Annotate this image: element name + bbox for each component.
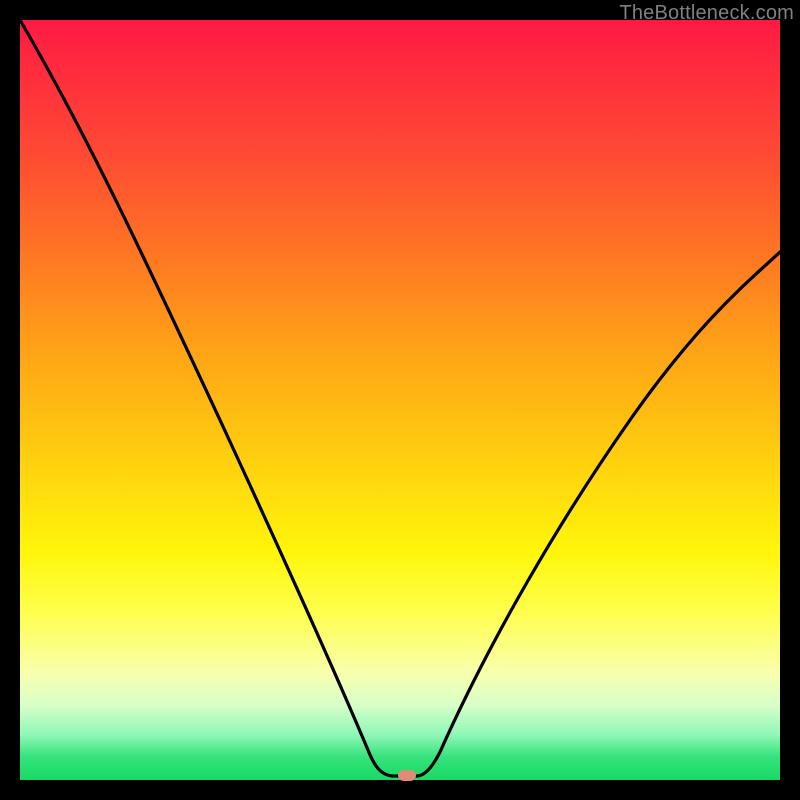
- watermark-text: TheBottleneck.com: [619, 2, 794, 25]
- curve-layer: [20, 20, 780, 780]
- plot-area: [20, 20, 780, 780]
- bottleneck-curve: [20, 20, 780, 776]
- chart-frame: TheBottleneck.com: [0, 0, 800, 800]
- optimal-marker: [398, 770, 416, 781]
